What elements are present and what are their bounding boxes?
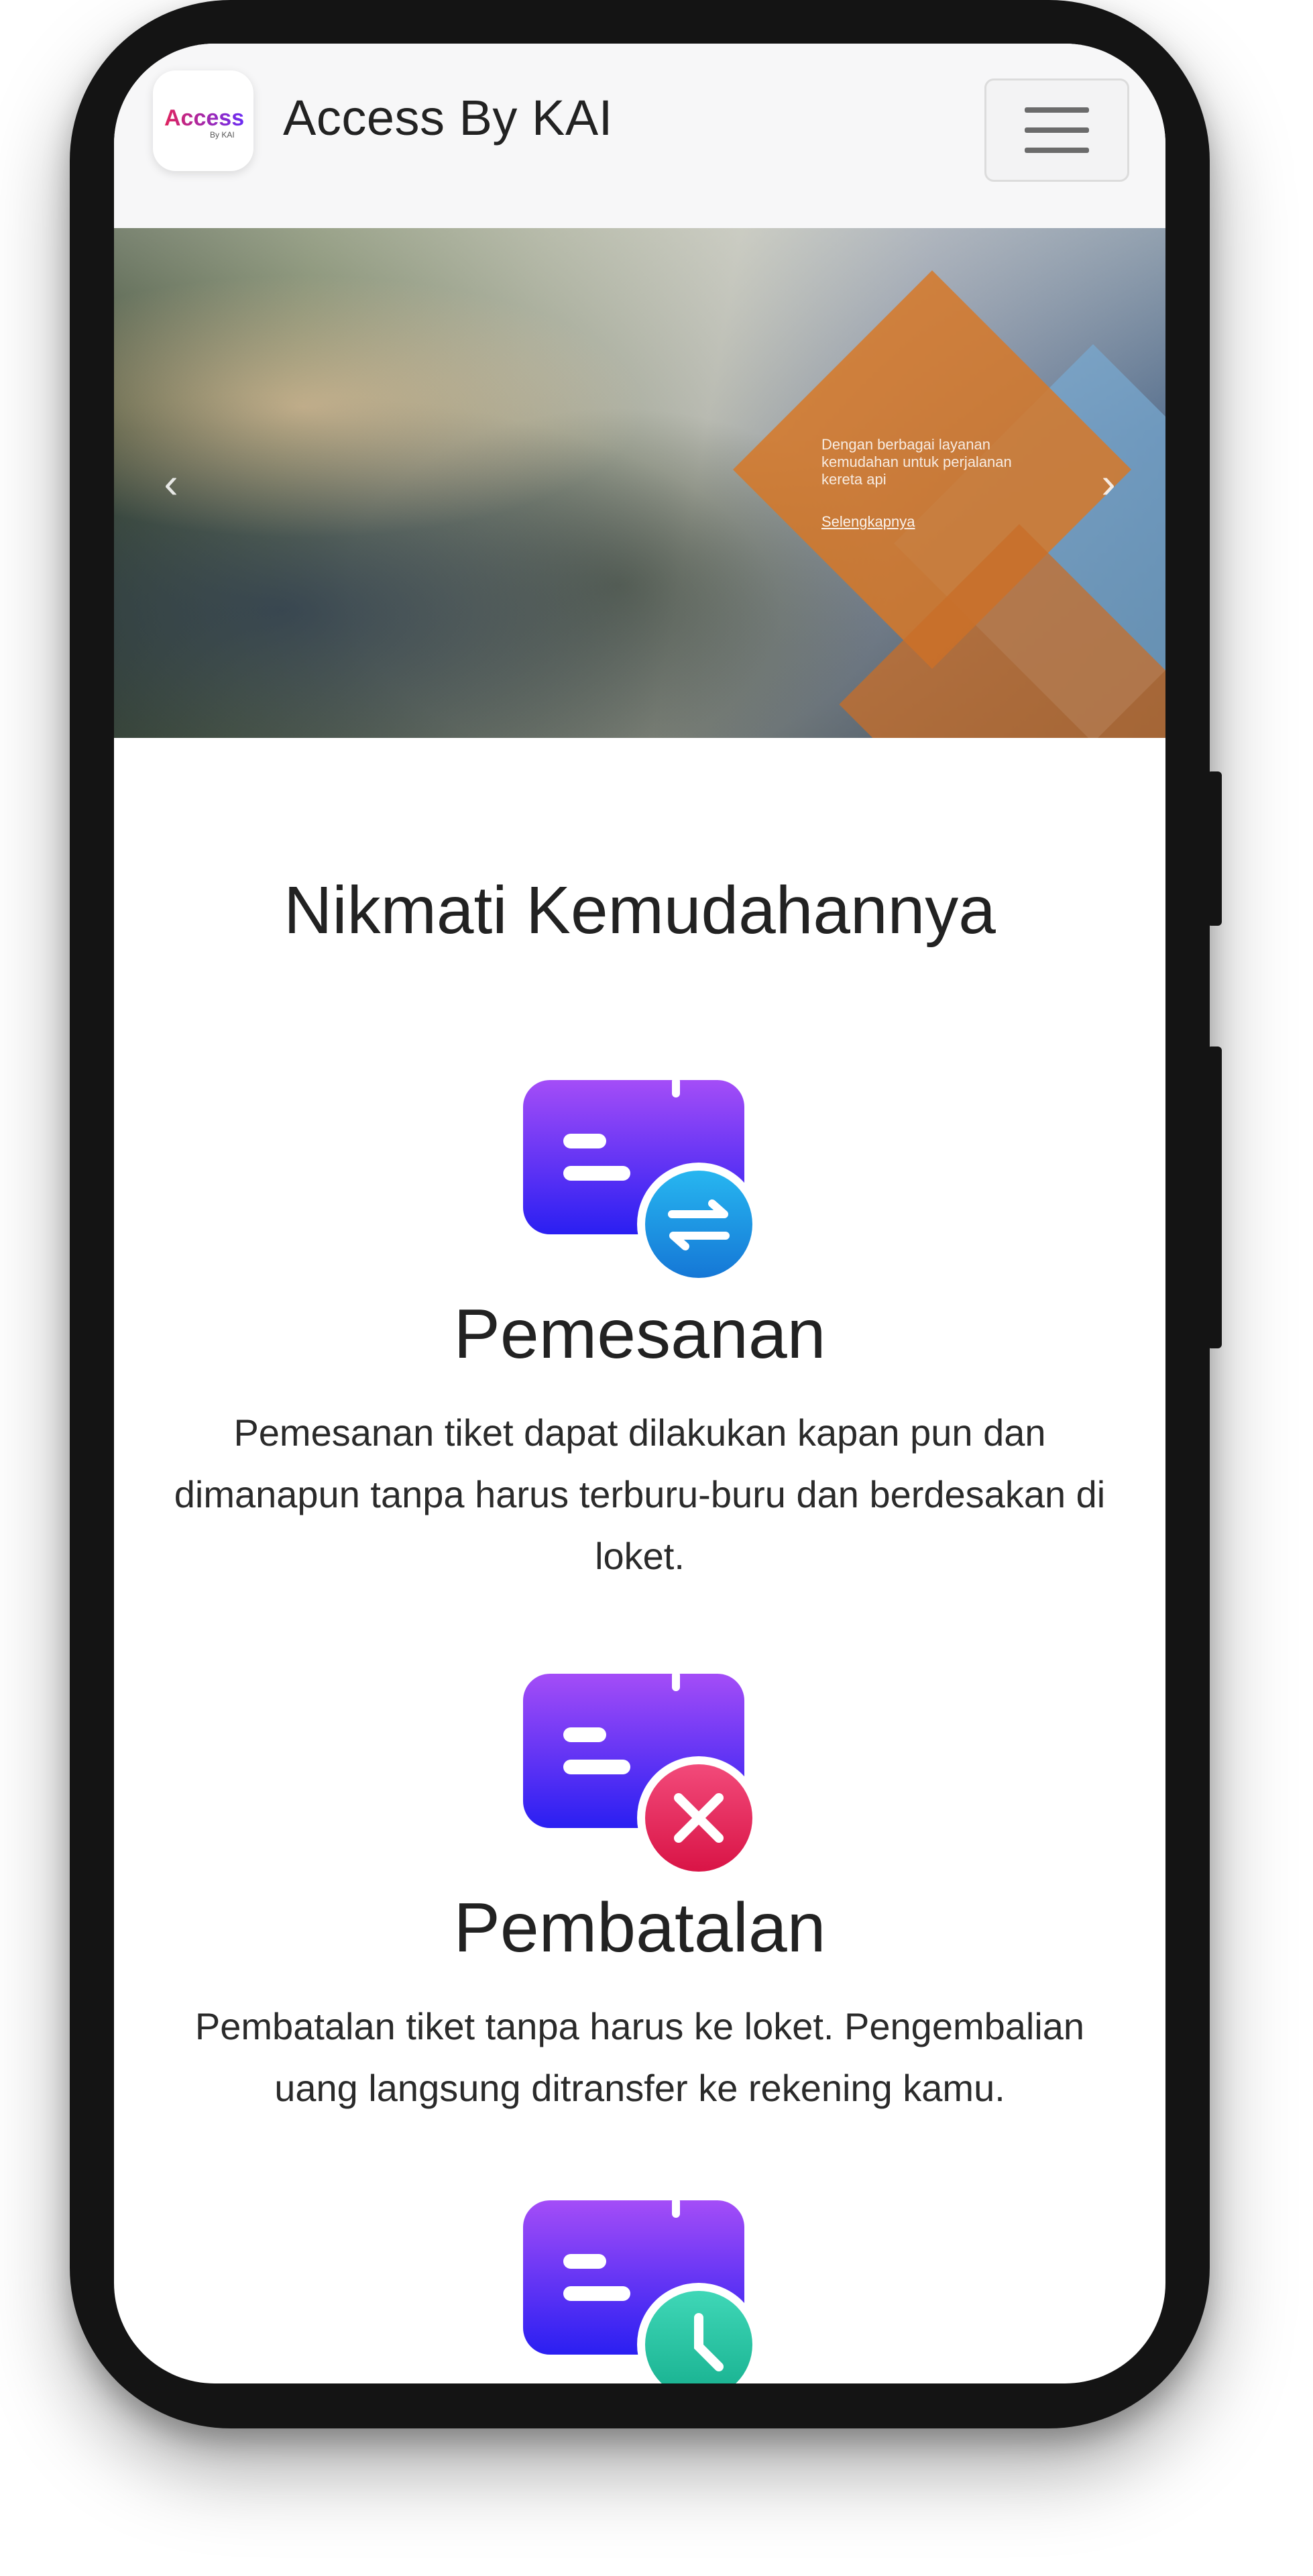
booking-cancel-icon [523,1674,760,1880]
carousel-caption: Dengan berbagai layanan kemudahan untuk … [821,436,1012,488]
carousel-prev-button[interactable]: ‹ [151,456,191,510]
hamburger-line [1025,127,1089,133]
volume-button [1207,771,1222,926]
feature-description: Pembatalan tiket tanpa harus ke loket. P… [194,2005,1085,2109]
svg-text:Access: Access [164,105,243,131]
chevron-left-icon: ‹ [164,459,178,507]
feature-card-cancel: Pembatalan Pembatalan tiket tanpa harus … [114,1674,1165,2143]
svg-text:By KAI: By KAI [210,130,235,140]
feature-title: Pembatalan [453,1889,826,1967]
navbar-toggle-button[interactable] [984,78,1129,182]
booking-schedule-icon [523,2200,760,2383]
booking-exchange-icon [523,1080,760,1286]
carousel-link[interactable]: Selengkapnya [821,513,915,531]
phone-screen: Access By KAI Access By KAI Dengan berba… [114,44,1165,2383]
hamburger-line [1025,148,1089,153]
chevron-right-icon: › [1101,459,1116,507]
feature-card-schedule [114,2200,1165,2383]
hero-carousel[interactable]: Dengan berbagai layanan kemudahan untuk … [114,228,1165,738]
brand-title[interactable]: Access By KAI [283,89,613,146]
access-logo-icon: Access By KAI [164,105,243,140]
feature-title: Pemesanan [453,1295,826,1373]
brand-logo[interactable]: Access By KAI [153,70,253,171]
section-title: Nikmati Kemudahannya [284,873,996,948]
navbar: Access By KAI Access By KAI [114,44,1165,229]
power-button [1207,1046,1222,1348]
feature-description: Pemesanan tiket dapat dilakukan kapan pu… [174,1411,1106,1577]
carousel-next-button[interactable]: › [1088,456,1129,510]
feature-card-booking: Pemesanan Pemesanan tiket dapat dilakuka… [114,1080,1165,1603]
hamburger-line [1025,107,1089,113]
